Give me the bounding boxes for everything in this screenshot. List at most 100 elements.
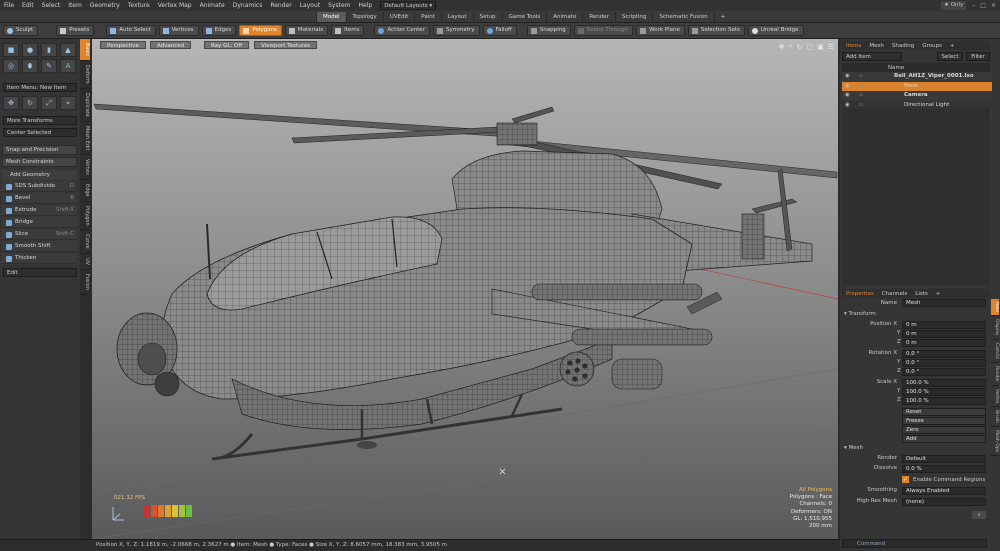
menu-item-dynamics[interactable]: Dynamics [229,0,267,11]
vertices-button[interactable]: Vertices [158,25,199,36]
pen-tool-icon[interactable]: ✎ [41,59,57,73]
tool-item-bridge[interactable]: Bridge [2,217,77,228]
highres-dropdown[interactable]: (none) [902,498,986,506]
lock-icon[interactable]: ▫ [859,82,863,92]
vtab-deform[interactable]: Deform [80,61,90,89]
items-tab-add[interactable]: + [946,42,959,50]
visibility-eye-icon[interactable]: ◉ [845,91,850,101]
vtab-uv[interactable]: UV [80,254,90,271]
layout-tab-model[interactable]: Model [316,11,346,22]
items-tab-shading[interactable]: Shading [888,42,918,50]
menu-item-layout[interactable]: Layout [296,0,324,11]
tool-item-smooth-shift[interactable]: Smooth Shift [2,241,77,252]
mesh-section-header[interactable]: ▾ Mesh [844,445,863,451]
vtab-edge[interactable]: Edge [80,180,90,202]
filter-button[interactable]: Filter [966,52,990,61]
menu-item-file[interactable]: File [0,0,18,11]
materials-button[interactable]: Materials [284,25,329,36]
vtab-basic[interactable]: Basic [80,39,90,62]
layout-tab-animate[interactable]: Animate [546,11,582,22]
layout-tab-scripting[interactable]: Scripting [614,11,652,22]
scale-x-field[interactable]: 100.0 % [902,379,986,387]
properties-tab-add[interactable]: + [932,290,945,298]
center-selected-dropdown[interactable]: Center Selected [3,128,77,137]
vtab-mesh-edit[interactable]: Mesh Edit [80,122,90,156]
sphere-tool-icon[interactable]: ● [22,43,38,57]
side-tab-render[interactable]: Render [991,363,999,386]
layout-tab-paint[interactable]: Paint [414,11,441,22]
transform-tool-icon[interactable]: ⌖ [60,96,76,110]
layout-tab-setup[interactable]: Setup [472,11,502,22]
position-x-field[interactable]: 0 m [902,321,986,329]
vtab-vertex[interactable]: Vertex [80,155,90,181]
menu-item-select[interactable]: Select [38,0,65,11]
tool-item-sds-subdivide[interactable]: SDS Subdivide D [2,181,77,192]
items-button[interactable]: Items [331,25,365,36]
menu-item-texture[interactable]: Texture [124,0,154,11]
unreal-bridge-button[interactable]: Unreal Bridge [747,25,804,36]
layout-tab-layout[interactable]: Layout [440,11,473,22]
expand-button[interactable]: » [972,511,986,519]
scale-tool-icon[interactable]: ⤢ [41,96,57,110]
minimize-icon[interactable]: – [972,2,975,9]
edges-button[interactable]: Edges [201,25,237,36]
cone-tool-icon[interactable]: ▲ [60,43,76,57]
cube-tool-icon[interactable]: ■ [3,43,19,57]
layout-tab-add[interactable]: + [713,11,732,22]
items-tab-groups[interactable]: Groups [918,42,946,50]
menu-item-animate[interactable]: Animate [196,0,229,11]
side-tab-brush[interactable]: Brush [991,407,999,428]
mesh-constraints-button[interactable]: Mesh Constraints [2,157,77,167]
action-center-button[interactable]: Action Center [374,25,430,36]
snap-precision-button[interactable]: Snap and Precision [2,145,77,155]
side-tab-item[interactable]: Item [991,299,999,317]
edit-dropdown[interactable]: Edit [3,268,77,277]
layout-tab-game-tools[interactable]: Game Tools [501,11,547,22]
text-tool-icon[interactable]: A [60,59,76,73]
action-freeze-button[interactable]: Freeze [902,417,986,425]
side-tab-mesh-ops[interactable]: Mesh Ops [991,427,999,457]
layout-tab-uvedit[interactable]: UVEdit [382,11,414,22]
layout-tab-schematic-fusion[interactable]: Schematic Fusion [652,11,713,22]
layout-tab-render[interactable]: Render [582,11,615,22]
torus-tool-icon[interactable]: ◎ [3,59,19,73]
tool-item-slice[interactable]: Slice Shift-C [2,229,77,240]
symmetry-button[interactable]: Symmetry [432,25,480,36]
maximize-icon[interactable]: □ [980,2,986,9]
vtab-polygon[interactable]: Polygon [80,202,90,231]
vtab-duplicate[interactable]: Duplicate [80,89,90,122]
rotation-x-field[interactable]: 0.0 ° [902,350,986,358]
render-dropdown[interactable]: Default [902,455,986,463]
scale-z-field[interactable]: 100.0 % [902,397,986,405]
add-geometry-header[interactable]: Add Geometry [2,170,77,180]
visibility-eye-icon[interactable]: ◉ [845,72,850,82]
auto-select-button[interactable]: Auto Select [106,25,156,36]
more-transforms-dropdown[interactable]: More Transforms [3,116,77,125]
tool-item-bevel[interactable]: Bevel B [2,193,77,204]
presets-button[interactable]: Presets [56,25,95,36]
name-field[interactable]: Mesh [902,299,986,307]
falloff-button[interactable]: Falloff [482,25,517,36]
dissolve-field[interactable]: 0.0 % [902,465,986,473]
properties-tab-properties[interactable]: Properties [842,290,878,298]
3d-viewport[interactable]: Perspective Advanced Ray GL: Off Viewpor… [92,39,838,539]
menu-item-vertex-map[interactable]: Vertex Map [154,0,196,11]
position-y-field[interactable]: 0 m [902,330,986,338]
items-tab-items[interactable]: Items [842,42,865,50]
snapping-button[interactable]: Snapping [526,25,571,36]
item-menu-dropdown[interactable]: Item Menu: New Item [3,83,77,92]
menu-item-render[interactable]: Render [266,0,295,11]
tree-row-bell-ah1z-viper-0001-lxo[interactable]: ◉ ▫ Bell_AH1Z_Viper_0001.lxo [842,72,992,82]
layout-tab-topology[interactable]: Topology [345,11,383,22]
smoothing-dropdown[interactable]: Always Enabled [902,487,986,495]
polygons-button[interactable]: Polygons [239,25,282,36]
lock-icon[interactable]: ▫ [859,91,863,101]
layouts-dropdown[interactable]: Default Layouts ▾ [380,1,437,10]
add-item-dropdown[interactable]: Add Item [842,52,902,61]
command-input[interactable]: Command [842,539,987,548]
menu-item-system[interactable]: System [324,0,354,11]
rotation-y-field[interactable]: 0.0 ° [902,359,986,367]
action-reset-button[interactable]: Reset [902,408,986,416]
menu-item-help[interactable]: Help [355,0,377,11]
properties-tab-lists[interactable]: Lists [911,290,931,298]
